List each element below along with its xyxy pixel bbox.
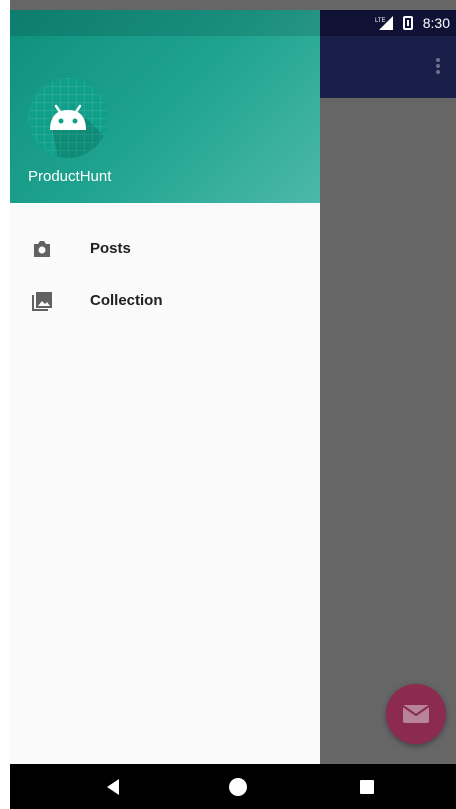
mail-icon xyxy=(402,705,430,723)
drawer-header: ProductHunt xyxy=(10,10,320,203)
status-time: 8:30 xyxy=(422,15,450,31)
drawer-item-label: Posts xyxy=(90,240,131,257)
camera-icon xyxy=(34,241,50,257)
recents-icon[interactable] xyxy=(347,774,387,799)
navigation-drawer: ProductHunt Posts Collection xyxy=(10,10,320,764)
drawer-item-label: Collection xyxy=(90,292,163,309)
system-nav-bar xyxy=(10,764,456,809)
android-icon xyxy=(28,78,108,158)
svg-text:LTE: LTE xyxy=(375,18,386,24)
app-avatar xyxy=(28,78,108,158)
lte-signal-icon: LTE xyxy=(375,16,393,30)
drawer-status-shade xyxy=(10,10,320,36)
home-icon[interactable] xyxy=(218,774,258,799)
photo-library-icon xyxy=(32,292,52,311)
drawer-menu: Posts Collection xyxy=(10,223,320,327)
frame-margin xyxy=(0,0,10,809)
overflow-menu-icon[interactable] xyxy=(436,58,440,74)
status-icons: LTE 8:30 xyxy=(375,14,450,32)
drawer-item-collection[interactable]: Collection xyxy=(10,275,320,327)
compose-fab[interactable] xyxy=(386,684,446,744)
drawer-app-name: ProductHunt xyxy=(28,168,112,185)
battery-icon xyxy=(402,16,413,30)
drawer-item-posts[interactable]: Posts xyxy=(10,223,320,275)
back-icon[interactable] xyxy=(93,774,133,799)
